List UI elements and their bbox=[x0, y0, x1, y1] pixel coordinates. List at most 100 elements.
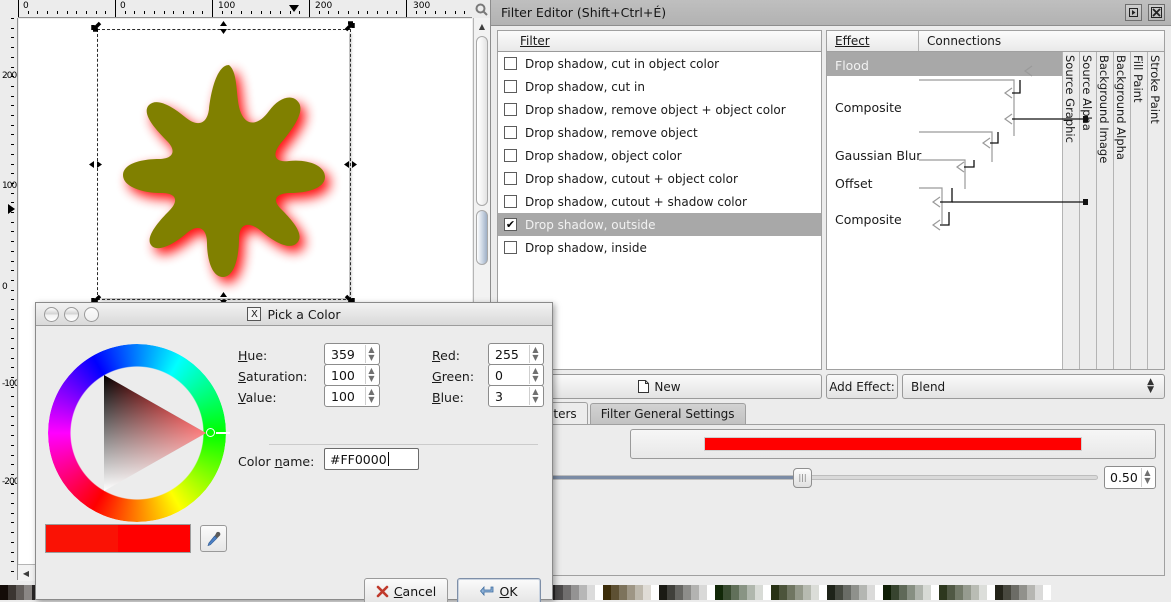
value-spin-arrows[interactable]: ▲▼ bbox=[365, 387, 377, 405]
color-name-input[interactable]: #FF0000 bbox=[324, 448, 419, 470]
palette-swatch[interactable] bbox=[619, 585, 627, 600]
green-field[interactable]: 0 ▲▼ bbox=[488, 364, 544, 386]
palette-swatch[interactable] bbox=[851, 585, 859, 600]
palette-swatch[interactable] bbox=[24, 585, 32, 600]
palette-swatch[interactable] bbox=[835, 585, 843, 600]
blue-field[interactable]: 3 ▲▼ bbox=[488, 385, 544, 407]
red-field[interactable]: 255 ▲▼ bbox=[488, 343, 544, 365]
filter-checkbox[interactable] bbox=[504, 241, 517, 254]
palette-swatch[interactable] bbox=[915, 585, 923, 600]
palette-swatch[interactable] bbox=[1035, 585, 1043, 600]
palette-swatch[interactable] bbox=[931, 585, 939, 600]
palette-swatch[interactable] bbox=[827, 585, 835, 600]
palette-swatch[interactable] bbox=[875, 585, 883, 600]
vertical-ruler[interactable]: 2001000-100-200 bbox=[0, 18, 18, 580]
filter-checkbox[interactable] bbox=[504, 57, 517, 70]
palette-swatch[interactable] bbox=[667, 585, 675, 600]
spin-arrows-icon[interactable]: ▲▼ bbox=[1141, 468, 1153, 487]
palette-swatch[interactable] bbox=[1043, 585, 1051, 600]
filter-column-header[interactable]: Filter bbox=[497, 30, 822, 52]
color-wheel[interactable] bbox=[48, 344, 226, 522]
palette-swatch[interactable] bbox=[755, 585, 763, 600]
palette-swatch[interactable] bbox=[891, 585, 899, 600]
palette-swatch[interactable] bbox=[923, 585, 931, 600]
connection-column[interactable]: Stroke Paint bbox=[1147, 52, 1164, 369]
palette-swatch[interactable] bbox=[763, 585, 771, 600]
palette-swatch[interactable] bbox=[731, 585, 739, 600]
palette-swatch[interactable] bbox=[651, 585, 659, 600]
value-field[interactable]: 100 ▲▼ bbox=[324, 385, 380, 407]
palette-swatch[interactable] bbox=[579, 585, 587, 600]
saturation-spin-arrows[interactable]: ▲▼ bbox=[365, 366, 377, 384]
palette-swatch[interactable] bbox=[8, 585, 16, 600]
palette-swatch[interactable] bbox=[747, 585, 755, 600]
filter-checkbox[interactable] bbox=[504, 80, 517, 93]
color-marker[interactable] bbox=[206, 428, 215, 437]
splat-shape[interactable] bbox=[111, 47, 341, 287]
cancel-button[interactable]: Cancel bbox=[364, 578, 448, 602]
close-button[interactable] bbox=[1148, 4, 1165, 21]
filter-row[interactable]: Drop shadow, remove object bbox=[498, 121, 821, 144]
scroll-thumb-v[interactable] bbox=[476, 36, 488, 206]
filter-row[interactable]: Drop shadow, remove object + object colo… bbox=[498, 98, 821, 121]
tab-filter-general-settings[interactable]: Filter General Settings bbox=[590, 403, 746, 424]
palette-swatch[interactable] bbox=[16, 585, 24, 600]
palette-swatch[interactable] bbox=[675, 585, 683, 600]
palette-swatch[interactable] bbox=[995, 585, 1003, 600]
connection-column[interactable]: Fill Paint bbox=[1130, 52, 1147, 369]
scale-handle-e[interactable] bbox=[344, 158, 357, 171]
palette-swatch[interactable] bbox=[0, 585, 8, 600]
filter-checkbox[interactable]: ✔ bbox=[504, 218, 517, 231]
eyedropper-button[interactable] bbox=[200, 525, 227, 552]
filter-row[interactable]: Drop shadow, inside bbox=[498, 236, 821, 259]
scroll-up-button[interactable]: ▲ bbox=[476, 18, 488, 34]
filter-checkbox[interactable] bbox=[504, 195, 517, 208]
red-spin-arrows[interactable]: ▲▼ bbox=[529, 345, 541, 363]
palette-swatch[interactable] bbox=[907, 585, 915, 600]
palette-swatch[interactable] bbox=[699, 585, 707, 600]
palette-swatch[interactable] bbox=[571, 585, 579, 600]
palette-swatch[interactable] bbox=[963, 585, 971, 600]
palette-swatch[interactable] bbox=[555, 585, 563, 600]
filter-checkbox[interactable] bbox=[504, 103, 517, 116]
palette-swatch[interactable] bbox=[899, 585, 907, 600]
param-slider-knob[interactable]: ||| bbox=[793, 468, 812, 488]
palette-swatch[interactable] bbox=[603, 585, 611, 600]
palette-swatch[interactable] bbox=[979, 585, 987, 600]
color-palette-right[interactable] bbox=[491, 583, 1171, 602]
palette-swatch[interactable] bbox=[611, 585, 619, 600]
filter-checkbox[interactable] bbox=[504, 172, 517, 185]
filter-row[interactable]: Drop shadow, cut in bbox=[498, 75, 821, 98]
add-effect-combo[interactable]: Blend ▲▼ bbox=[902, 374, 1165, 399]
connection-column[interactable]: Background Image bbox=[1096, 52, 1113, 369]
blue-spin-arrows[interactable]: ▲▼ bbox=[529, 387, 541, 405]
palette-swatch[interactable] bbox=[635, 585, 643, 600]
filter-row[interactable]: Drop shadow, cut in object color bbox=[498, 52, 821, 75]
palette-swatch[interactable] bbox=[659, 585, 667, 600]
palette-swatch[interactable] bbox=[939, 585, 947, 600]
scale-handle-n[interactable] bbox=[217, 21, 230, 34]
filter-editor-titlebar[interactable]: Filter Editor (Shift+Ctrl+É) bbox=[491, 0, 1171, 26]
previous-color-half[interactable] bbox=[46, 525, 118, 552]
palette-swatch[interactable] bbox=[795, 585, 803, 600]
close-button[interactable] bbox=[84, 307, 99, 322]
palette-swatch[interactable] bbox=[955, 585, 963, 600]
filter-row[interactable]: Drop shadow, cutout + object color bbox=[498, 167, 821, 190]
ok-button[interactable]: OK bbox=[457, 578, 541, 602]
palette-swatch[interactable] bbox=[779, 585, 787, 600]
filter-row[interactable]: ✔Drop shadow, outside bbox=[498, 213, 821, 236]
palette-swatch[interactable] bbox=[683, 585, 691, 600]
add-effect-button[interactable]: Add Effect: bbox=[826, 374, 898, 399]
palette-swatch[interactable] bbox=[867, 585, 875, 600]
effect-graph[interactable]: FloodCompositeGaussian BlurOffsetComposi… bbox=[826, 52, 1165, 370]
param-value-spinbox[interactable]: 0.50 ▲▼ bbox=[1104, 466, 1156, 489]
palette-swatch[interactable] bbox=[787, 585, 795, 600]
scale-handle-nw[interactable] bbox=[89, 21, 102, 34]
connections-column-header[interactable]: Connections bbox=[919, 31, 1164, 51]
palette-swatch[interactable] bbox=[947, 585, 955, 600]
scroll-left-button[interactable]: ◀ bbox=[18, 566, 34, 580]
palette-swatch[interactable] bbox=[819, 585, 827, 600]
hue-field[interactable]: 359 ▲▼ bbox=[324, 343, 380, 365]
maximize-button[interactable] bbox=[64, 307, 79, 322]
hue-spin-arrows[interactable]: ▲▼ bbox=[365, 345, 377, 363]
